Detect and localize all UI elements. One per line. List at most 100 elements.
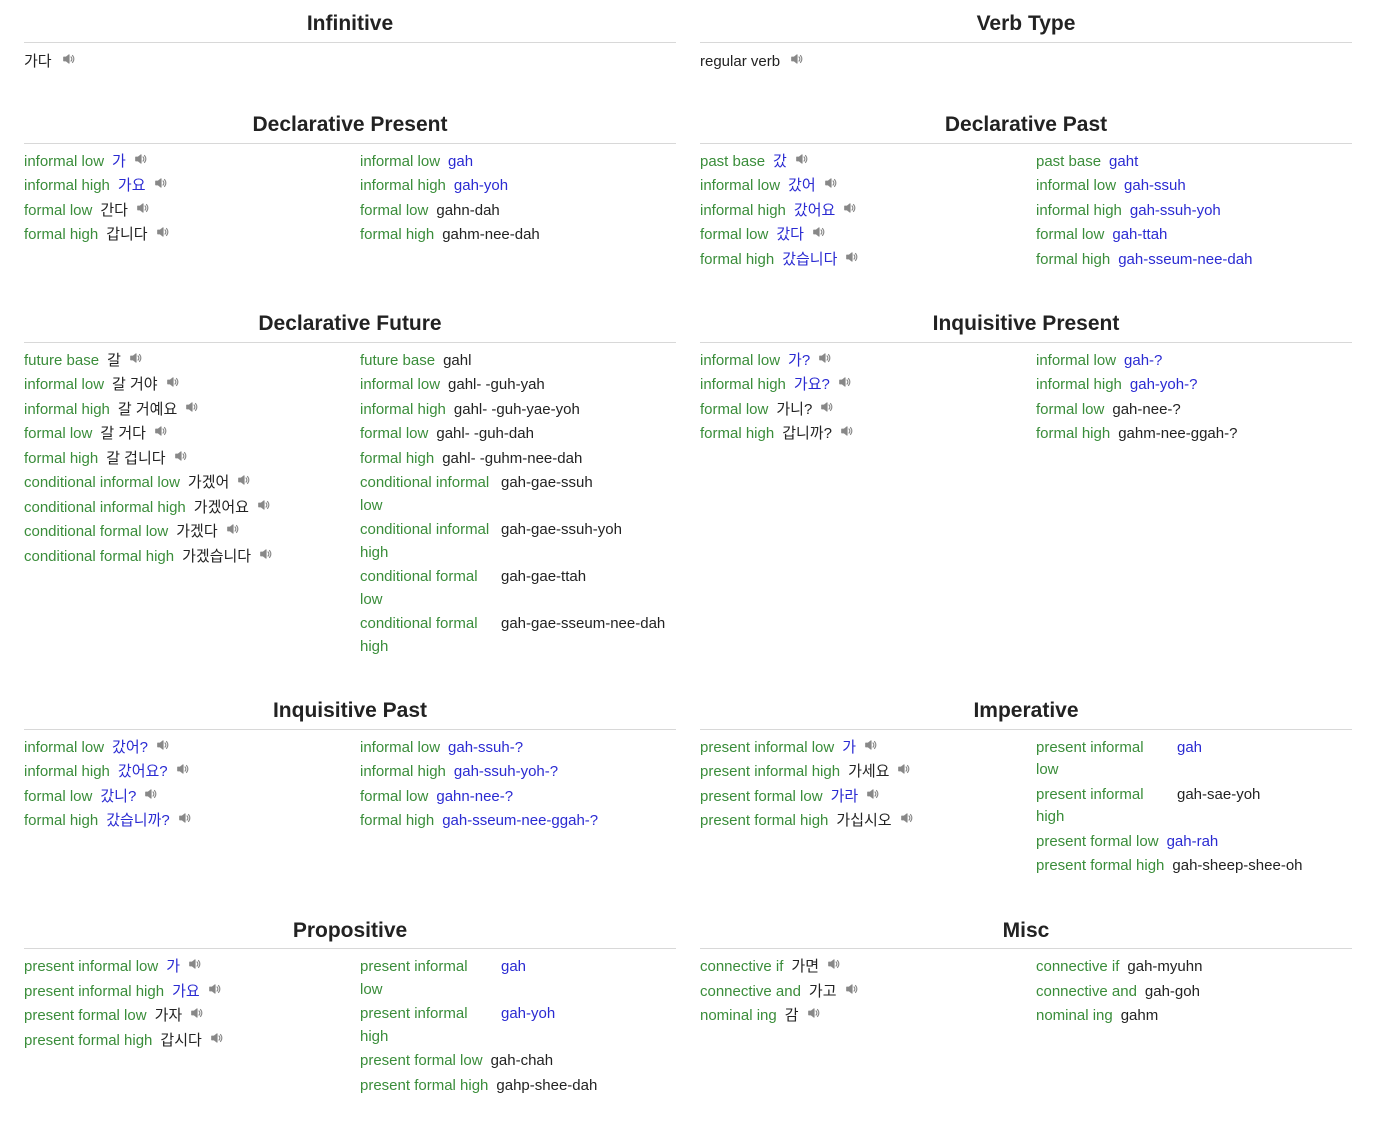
conjugation-value[interactable]: 갔어: [788, 175, 816, 198]
romanization-value[interactable]: gah-ssuh-yoh: [1130, 200, 1352, 223]
audio-icon[interactable]: [840, 424, 854, 438]
conjugation-key: future base: [24, 350, 101, 373]
conjugation-value[interactable]: 가: [166, 956, 180, 979]
romanization-value[interactable]: gah-yoh: [454, 175, 676, 198]
audio-icon[interactable]: [134, 152, 148, 166]
romanization-row: present informal highgah-yoh: [360, 1002, 676, 1049]
audio-icon[interactable]: [136, 201, 150, 215]
romanization-row: conditional formal lowgah-gae-ttah: [360, 565, 676, 612]
romanization-value: gah-sae-yoh: [1177, 784, 1352, 807]
audio-icon[interactable]: [208, 982, 222, 996]
romanization-row: present formal lowgah-chah: [360, 1049, 676, 1074]
audio-icon[interactable]: [818, 351, 832, 365]
conjugation-value[interactable]: 갔어요?: [118, 761, 168, 784]
panel-verb-type: Verb Typeregular verb: [700, 8, 1352, 73]
romanization-value[interactable]: gah: [1177, 737, 1352, 760]
romanization-row: conditional informal lowgah-gae-ssuh: [360, 471, 676, 518]
conjugation-value[interactable]: 가: [842, 737, 856, 760]
audio-icon[interactable]: [838, 375, 852, 389]
conjugation-value[interactable]: 갔어요: [794, 200, 835, 223]
audio-icon[interactable]: [144, 787, 158, 801]
audio-icon[interactable]: [824, 176, 838, 190]
audio-icon[interactable]: [129, 351, 143, 365]
romanization-value: gah-gae-ssuh-yoh: [501, 519, 676, 542]
romanization-value[interactable]: gah-ttah: [1112, 224, 1352, 247]
romanization-row: formal highgahm-nee-dah: [360, 223, 676, 248]
audio-icon[interactable]: [190, 1006, 204, 1020]
conjugation-key: conditional formal low: [24, 521, 170, 544]
audio-icon[interactable]: [900, 811, 914, 825]
audio-icon[interactable]: [812, 225, 826, 239]
audio-icon[interactable]: [820, 400, 834, 414]
conjugation-value[interactable]: 가?: [788, 350, 810, 373]
romanization-row: formal highgahl- -guhm-nee-dah: [360, 447, 676, 472]
conjugation-key: informal low: [360, 151, 442, 174]
romanization-value[interactable]: gah-sseum-nee-ggah-?: [442, 810, 676, 833]
conjugation-key: formal low: [24, 786, 94, 809]
conjugation-value[interactable]: 갔니?: [100, 786, 136, 809]
audio-icon[interactable]: [210, 1031, 224, 1045]
romanization-value[interactable]: gah-ssuh-yoh-?: [454, 761, 676, 784]
romanization-value: gahp-shee-dah: [496, 1075, 676, 1098]
audio-icon[interactable]: [845, 982, 859, 996]
conjugation-value[interactable]: 가요?: [794, 374, 830, 397]
conjugation-row: present formal high가십시오: [700, 809, 1016, 834]
audio-icon[interactable]: [178, 811, 192, 825]
conjugation-value[interactable]: 갔다: [776, 224, 804, 247]
audio-icon[interactable]: [790, 52, 804, 66]
romanization-value: gah-gae-ssuh: [501, 472, 676, 495]
romanization-value[interactable]: gah-rah: [1167, 831, 1352, 854]
audio-icon[interactable]: [166, 375, 180, 389]
audio-icon[interactable]: [864, 738, 878, 752]
romanization-value[interactable]: gahn-nee-?: [436, 786, 676, 809]
conjugation-row: informal low갔어: [700, 174, 1016, 199]
romanization-value[interactable]: gah-ssuh-?: [448, 737, 676, 760]
audio-icon[interactable]: [62, 52, 76, 66]
conjugation-value[interactable]: 갔어?: [112, 737, 148, 760]
romanization-value: gahl- -guh-yah: [448, 374, 676, 397]
audio-icon[interactable]: [827, 957, 841, 971]
audio-icon[interactable]: [154, 176, 168, 190]
conjugation-value[interactable]: 갔습니까?: [106, 810, 170, 833]
audio-icon[interactable]: [897, 762, 911, 776]
column-hangul: present informal low가present informal hi…: [24, 955, 340, 1098]
conjugation-row: future base갈: [24, 349, 340, 374]
romanization-value[interactable]: gah: [501, 956, 676, 979]
conjugation-value[interactable]: 갔: [773, 151, 787, 174]
audio-icon[interactable]: [866, 787, 880, 801]
audio-icon[interactable]: [188, 957, 202, 971]
audio-icon[interactable]: [226, 522, 240, 536]
conjugation-value[interactable]: 가: [112, 151, 126, 174]
audio-icon[interactable]: [156, 738, 170, 752]
conjugation-row: conditional informal low가겠어: [24, 471, 340, 496]
romanization-value[interactable]: gah: [448, 151, 676, 174]
romanization-value[interactable]: gaht: [1109, 151, 1352, 174]
audio-icon[interactable]: [843, 201, 857, 215]
conjugation-value[interactable]: 갔습니다: [782, 249, 837, 272]
audio-icon[interactable]: [257, 498, 271, 512]
conjugation-value[interactable]: 가요: [118, 175, 146, 198]
audio-icon[interactable]: [176, 762, 190, 776]
romanization-value[interactable]: gah-ssuh: [1124, 175, 1352, 198]
romanization-value[interactable]: gah-yoh-?: [1130, 374, 1352, 397]
audio-icon[interactable]: [845, 250, 859, 264]
audio-icon[interactable]: [154, 424, 168, 438]
column-hangul: connective if가면connective and가고nominal i…: [700, 955, 1016, 1029]
romanization-row: present formal lowgah-rah: [1036, 830, 1352, 855]
audio-icon[interactable]: [795, 152, 809, 166]
audio-icon[interactable]: [237, 473, 251, 487]
audio-icon[interactable]: [156, 225, 170, 239]
audio-icon[interactable]: [807, 1006, 821, 1020]
conjugation-value[interactable]: 가라: [831, 786, 859, 809]
conjugation-key: formal low: [360, 786, 430, 809]
audio-icon[interactable]: [185, 400, 199, 414]
conjugation-key: present informal low: [24, 956, 160, 979]
romanization-value[interactable]: gah-sseum-nee-dah: [1118, 249, 1352, 272]
conjugation-value: 갑시다: [160, 1030, 201, 1053]
romanization-value[interactable]: gah-?: [1124, 350, 1352, 373]
audio-icon[interactable]: [259, 547, 273, 561]
audio-icon[interactable]: [174, 449, 188, 463]
conjugation-value[interactable]: 가요: [172, 981, 200, 1004]
romanization-value[interactable]: gah-yoh: [501, 1003, 676, 1026]
column-hangul: future base갈informal low갈 거야informal hig…: [24, 349, 340, 660]
